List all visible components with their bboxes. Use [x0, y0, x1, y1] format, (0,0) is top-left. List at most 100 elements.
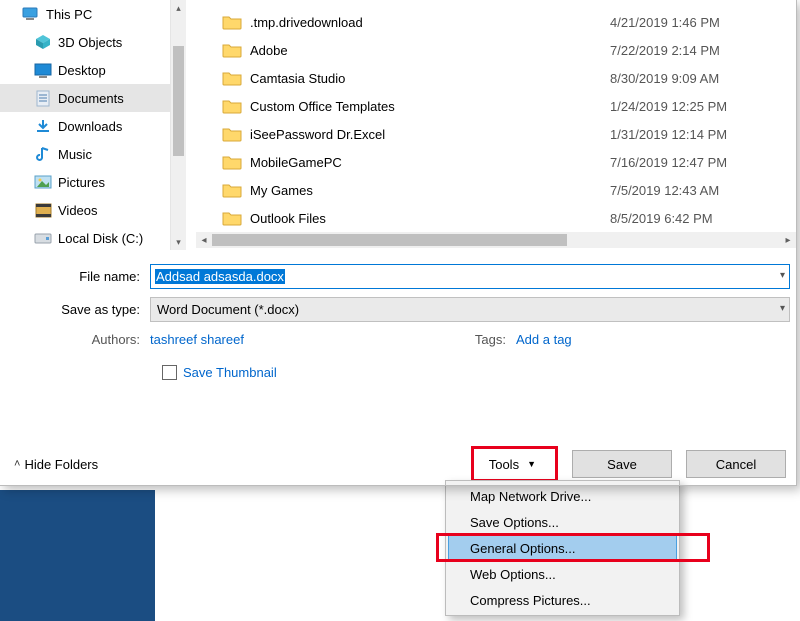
dialog-bottom-bar: ˄ Hide Folders Tools ▼ Save Cancel: [0, 440, 800, 488]
folder-icon: [222, 70, 242, 86]
nav-item-label: 3D Objects: [58, 35, 122, 50]
nav-item-videos[interactable]: Videos: [0, 196, 186, 224]
file-row[interactable]: Outlook Files8/5/2019 6:42 PM: [222, 204, 800, 232]
folder-icon: [222, 182, 242, 198]
file-name: Outlook Files: [242, 211, 610, 226]
save-thumbnail-checkbox[interactable]: [162, 365, 177, 380]
save-form: File name: Addsad adsasda.docx ▾ Save as…: [0, 250, 800, 384]
nav-item-label: Pictures: [58, 175, 105, 190]
background-strip: [0, 490, 155, 621]
music-icon: [34, 146, 52, 162]
hide-folders-button[interactable]: ˄ Hide Folders: [14, 457, 98, 472]
nav-item-label: Desktop: [58, 63, 106, 78]
file-name: Adobe: [242, 43, 610, 58]
file-row[interactable]: Camtasia Studio8/30/2019 9:09 AM: [222, 64, 800, 92]
folder-icon: [222, 210, 242, 226]
authors-value[interactable]: tashreef shareef: [150, 332, 380, 347]
tools-label: Tools: [489, 457, 519, 472]
nav-item-local-disk-c[interactable]: Local Disk (C:): [0, 224, 186, 250]
authors-label: Authors:: [10, 332, 150, 347]
nav-item-documents[interactable]: Documents: [0, 84, 186, 112]
file-row[interactable]: .tmp.drivedownload4/21/2019 1:46 PM: [222, 8, 800, 36]
save-as-type-select[interactable]: Word Document (*.docx) ▾: [150, 297, 790, 322]
nav-item-downloads[interactable]: Downloads: [0, 112, 186, 140]
nav-item-label: Videos: [58, 203, 98, 218]
file-date: 1/31/2019 12:14 PM: [610, 127, 800, 142]
folder-icon: [222, 42, 242, 58]
tools-button[interactable]: Tools ▼: [475, 450, 554, 478]
disk-icon: [34, 230, 52, 246]
folder-icon: [222, 126, 242, 142]
horizontal-scrollbar[interactable]: ◂ ▸: [196, 232, 796, 248]
hscroll-thumb[interactable]: [212, 234, 567, 246]
scroll-up-icon[interactable]: ▴: [171, 0, 186, 16]
chevron-down-icon[interactable]: ▾: [780, 270, 785, 281]
file-date: 7/22/2019 2:14 PM: [610, 43, 800, 58]
file-row[interactable]: MobileGamePC7/16/2019 12:47 PM: [222, 148, 800, 176]
nav-item-music[interactable]: Music: [0, 140, 186, 168]
save-thumbnail-label: Save Thumbnail: [183, 365, 277, 380]
folder-icon: [222, 14, 242, 30]
file-list: .tmp.drivedownload4/21/2019 1:46 PMAdobe…: [186, 0, 800, 250]
file-date: 8/30/2019 9:09 AM: [610, 71, 800, 86]
nav-item-this-pc[interactable]: This PC: [0, 0, 186, 28]
file-row[interactable]: iSeePassword Dr.Excel1/31/2019 12:14 PM: [222, 120, 800, 148]
filename-label: File name:: [10, 269, 150, 284]
cancel-button[interactable]: Cancel: [686, 450, 786, 478]
file-name: .tmp.drivedownload: [242, 15, 610, 30]
file-date: 7/5/2019 12:43 AM: [610, 183, 800, 198]
file-name: iSeePassword Dr.Excel: [242, 127, 610, 142]
nav-item-pictures[interactable]: Pictures: [0, 168, 186, 196]
nav-item-label: Music: [58, 147, 92, 162]
file-date: 7/16/2019 12:47 PM: [610, 155, 800, 170]
save-as-type-value: Word Document (*.docx): [157, 302, 299, 317]
menu-item-compress-pictures[interactable]: Compress Pictures...: [448, 587, 677, 613]
tags-value[interactable]: Add a tag: [516, 332, 746, 347]
menu-item-general-options[interactable]: General Options...: [448, 535, 677, 561]
save-as-type-label: Save as type:: [10, 302, 150, 317]
save-button[interactable]: Save: [572, 450, 672, 478]
navigation-pane: This PC 3D Objects Desktop Documents Downloa…: [0, 0, 186, 250]
file-date: 8/5/2019 6:42 PM: [610, 211, 800, 226]
hide-folders-label: Hide Folders: [24, 457, 98, 472]
filename-value: Addsad adsasda.docx: [155, 269, 285, 284]
menu-item-map-network-drive[interactable]: Map Network Drive...: [448, 483, 677, 509]
folder-icon: [222, 154, 242, 170]
pc-icon: [22, 6, 40, 22]
picture-icon: [34, 174, 52, 190]
file-date: 4/21/2019 1:46 PM: [610, 15, 800, 30]
filename-input[interactable]: Addsad adsasda.docx ▾: [150, 264, 790, 289]
desktop-icon: [34, 62, 52, 78]
cube-icon: [34, 34, 52, 50]
file-row[interactable]: Adobe7/22/2019 2:14 PM: [222, 36, 800, 64]
chevron-up-icon: ˄: [14, 458, 20, 470]
nav-item-label: This PC: [46, 7, 92, 22]
nav-item-label: Local Disk (C:): [58, 231, 143, 246]
nav-item-label: Downloads: [58, 119, 122, 134]
file-name: Custom Office Templates: [242, 99, 610, 114]
download-icon: [34, 118, 52, 134]
file-name: MobileGamePC: [242, 155, 610, 170]
nav-item-label: Documents: [58, 91, 124, 106]
nav-scrollbar[interactable]: ▴ ▾: [170, 0, 186, 250]
menu-item-web-options[interactable]: Web Options...: [448, 561, 677, 587]
chevron-down-icon[interactable]: ▾: [780, 303, 785, 314]
file-row[interactable]: My Games7/5/2019 12:43 AM: [222, 176, 800, 204]
scroll-thumb[interactable]: [173, 46, 184, 156]
tools-dropdown-menu: Map Network Drive...Save Options...Gener…: [445, 480, 680, 616]
menu-item-save-options[interactable]: Save Options...: [448, 509, 677, 535]
file-name: Camtasia Studio: [242, 71, 610, 86]
nav-item-desktop[interactable]: Desktop: [0, 56, 186, 84]
tags-label: Tags:: [460, 332, 516, 347]
scroll-right-icon[interactable]: ▸: [780, 232, 796, 248]
file-date: 1/24/2019 12:25 PM: [610, 99, 800, 114]
video-icon: [34, 202, 52, 218]
folder-icon: [222, 98, 242, 114]
file-row[interactable]: Custom Office Templates1/24/2019 12:25 P…: [222, 92, 800, 120]
scroll-down-icon[interactable]: ▾: [171, 234, 186, 250]
nav-item-3d-objects[interactable]: 3D Objects: [0, 28, 186, 56]
scroll-left-icon[interactable]: ◂: [196, 232, 212, 248]
dropdown-arrow-icon: ▼: [527, 459, 536, 469]
doc-icon: [34, 90, 52, 106]
file-name: My Games: [242, 183, 610, 198]
